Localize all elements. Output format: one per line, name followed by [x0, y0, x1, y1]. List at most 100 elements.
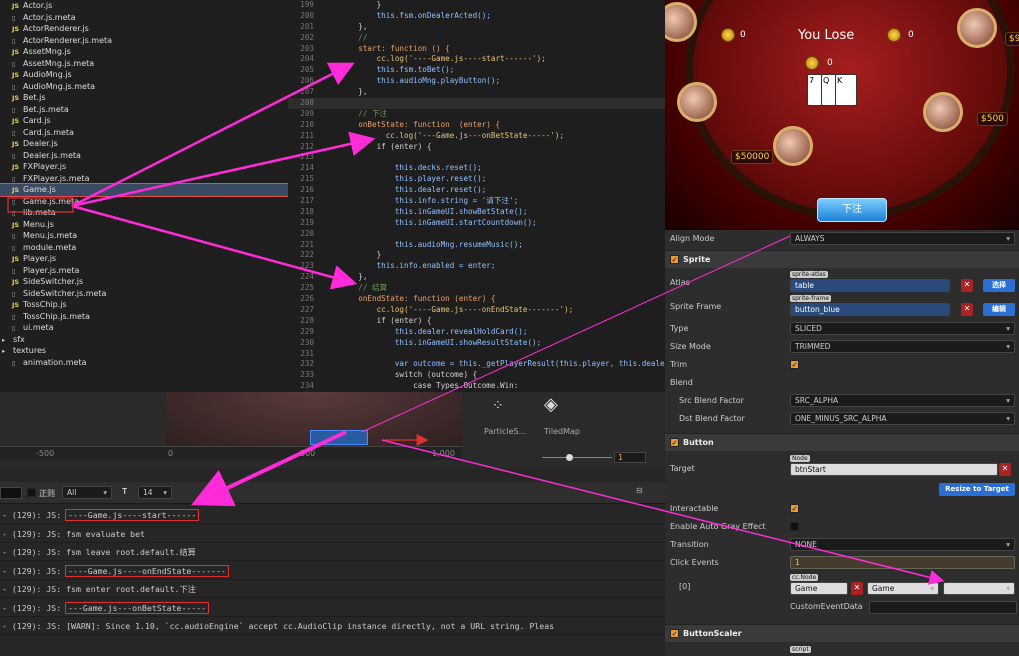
code-line[interactable]: 215 this.player.reset();	[288, 174, 665, 185]
checkbox[interactable]: ✓	[670, 438, 679, 447]
code-line[interactable]: 214 this.decks.reset();	[288, 163, 665, 174]
code-line[interactable]: 221 this.audioMng.resumeMusic();	[288, 240, 665, 251]
align-mode-select[interactable]: ALWAYS	[790, 232, 1015, 245]
file-tree-item[interactable]: ▯ lib.meta	[0, 207, 288, 219]
selected-node-box[interactable]	[310, 430, 368, 445]
event-component-select[interactable]: Game	[867, 582, 939, 595]
src-blend-select[interactable]: SRC_ALPHA	[790, 394, 1015, 407]
tiledmap-icon[interactable]: ◈	[544, 394, 558, 415]
code-line[interactable]: 213	[288, 152, 665, 163]
file-tree-item[interactable]: JS SideSwitcher.js	[0, 276, 288, 288]
clear-icon[interactable]: ✕	[961, 303, 973, 316]
code-line[interactable]: 224 },	[288, 272, 665, 283]
code-editor[interactable]: 199 } 200 this.fsm.onDealerActed(); 201 },…	[288, 0, 665, 392]
code-line[interactable]: 201 },	[288, 22, 665, 33]
zoom-input[interactable]: 1	[614, 452, 646, 463]
edit-button[interactable]: 编辑	[983, 303, 1015, 316]
code-line[interactable]: 230 this.inGameUI.showResultState();	[288, 338, 665, 349]
file-tree-item[interactable]: JS Bet.js	[0, 92, 288, 104]
resize-to-target-button[interactable]: Resize to Target	[939, 483, 1015, 496]
event-handler-select[interactable]	[943, 582, 1015, 595]
file-tree-item[interactable]: ▯ module.meta	[0, 242, 288, 254]
sprite-section-header[interactable]: ✓ Sprite	[665, 250, 1019, 268]
file-tree-item[interactable]: JS AudioMng.js	[0, 69, 288, 81]
code-line[interactable]: 223 this.info.enabled = enter;	[288, 261, 665, 272]
file-tree-item[interactable]: ▯ TossChip.js.meta	[0, 311, 288, 323]
code-line[interactable]: 199 }	[288, 0, 665, 11]
file-tree-item[interactable]: ▯ ui.meta	[0, 322, 288, 334]
code-line[interactable]: 219 this.inGameUI.startCountdown();	[288, 218, 665, 229]
code-line[interactable]: 225 // 结算	[288, 283, 665, 294]
player-avatar[interactable]	[923, 92, 963, 132]
file-tree-item[interactable]: ▯ Game.js.meta	[0, 196, 288, 208]
select-button[interactable]: 选择	[983, 279, 1015, 292]
code-line[interactable]: 212 if (enter) {	[288, 142, 665, 153]
atlas-field[interactable]: table	[790, 279, 950, 292]
console-line[interactable]: - (129): JS: fsm leave root.default.结算	[0, 543, 665, 561]
particle-icon[interactable]: ⁘	[492, 398, 504, 414]
trim-checkbox[interactable]: ✓	[790, 360, 799, 369]
bet-button[interactable]: 下注	[817, 198, 887, 222]
code-line[interactable]: 220	[288, 229, 665, 240]
file-tree-item[interactable]: ▯ SideSwitcher.js.meta	[0, 288, 288, 300]
file-tree-item[interactable]: JS Dealer.js	[0, 138, 288, 150]
code-line[interactable]: 209 // 下注	[288, 109, 665, 120]
clear-icon[interactable]: ✕	[999, 463, 1011, 476]
code-line[interactable]: 202 //	[288, 33, 665, 44]
font-size-select[interactable]: 14	[138, 486, 172, 499]
code-line[interactable]: 233 switch (outcome) {	[288, 370, 665, 381]
file-tree-item[interactable]: JS Actor.js	[0, 0, 288, 12]
click-events-count[interactable]: 1	[790, 556, 1015, 569]
clear-console-icon[interactable]: ⊟	[636, 486, 643, 495]
interactable-checkbox[interactable]: ✓	[790, 504, 799, 513]
file-tree-item[interactable]: ▯ animation.meta	[0, 357, 288, 369]
log-level-select[interactable]: All	[62, 486, 112, 499]
code-line[interactable]: 234 case Types.Outcome.Win:	[288, 381, 665, 392]
file-tree-item[interactable]: ▯ FXPlayer.js.meta	[0, 173, 288, 185]
file-tree-item[interactable]: JS TossChip.js	[0, 299, 288, 311]
file-tree-item[interactable]: JS AssetMng.js	[0, 46, 288, 58]
file-tree-item[interactable]: ▯ Bet.js.meta	[0, 104, 288, 116]
code-line[interactable]: 217 this.info.string = '请下注';	[288, 196, 665, 207]
auto-gray-checkbox[interactable]	[790, 522, 799, 531]
file-tree-item[interactable]: ▸ textures	[0, 345, 288, 357]
console-line[interactable]: - (129): JS: [WARN]: Since 1.10, `cc.aud…	[0, 617, 665, 635]
code-line[interactable]: 232 var outcome = this._getPlayerResult(…	[288, 359, 665, 370]
clear-icon[interactable]: ✕	[961, 279, 973, 292]
player-avatar[interactable]	[957, 8, 997, 48]
file-tree-item[interactable]: JS Player.js	[0, 253, 288, 265]
player-avatar[interactable]	[677, 82, 717, 122]
transition-select[interactable]: NONE	[790, 538, 1015, 551]
checkbox[interactable]: ✓	[670, 629, 679, 638]
file-tree-item[interactable]: JS Game.js	[0, 183, 289, 197]
file-tree-item[interactable]: ▯ Dealer.js.meta	[0, 150, 288, 162]
file-tree-item[interactable]: JS ActorRenderer.js	[0, 23, 288, 35]
code-line[interactable]: 218 this.inGameUI.showBetState();	[288, 207, 665, 218]
file-tree-item[interactable]: JS Card.js	[0, 115, 288, 127]
zoom-slider-thumb[interactable]	[566, 454, 573, 461]
clear-icon[interactable]: ✕	[851, 582, 863, 595]
regex-checkbox[interactable]	[27, 488, 36, 497]
code-line[interactable]: 216 this.dealer.reset();	[288, 185, 665, 196]
code-line[interactable]: 211 cc.log('---Game.js---onBetState-----…	[288, 131, 665, 142]
type-select[interactable]: SLICED	[790, 322, 1015, 335]
file-tree-item[interactable]: ▯ Actor.js.meta	[0, 12, 288, 24]
code-line[interactable]: 231	[288, 349, 665, 360]
file-tree-item[interactable]: ▯ Player.js.meta	[0, 265, 288, 277]
file-tree-item[interactable]: JS Menu.js	[0, 219, 288, 231]
zoom-slider[interactable]	[542, 457, 612, 458]
code-line[interactable]: 205 this.fsm.toBet();	[288, 65, 665, 76]
size-mode-select[interactable]: TRIMMED	[790, 340, 1015, 353]
buttonscaler-section-header[interactable]: ✓ ButtonScaler	[665, 624, 1019, 642]
code-line[interactable]: 204 cc.log('----Game.js----start------')…	[288, 54, 665, 65]
code-line[interactable]: 200 this.fsm.onDealerActed();	[288, 11, 665, 22]
console-line[interactable]: - (129): JS: ---Game.js---onBetState----…	[0, 599, 665, 617]
code-line[interactable]: 227 cc.log('----Game.js----onEndState---…	[288, 305, 665, 316]
file-tree-item[interactable]: ▯ Menu.js.meta	[0, 230, 288, 242]
code-line[interactable]: 203 start: function () {	[288, 44, 665, 55]
file-tree-item[interactable]: ▯ Card.js.meta	[0, 127, 288, 139]
sprite-frame-field[interactable]: button_blue	[790, 303, 950, 316]
console-line[interactable]: - (129): JS: fsm evaluate bet	[0, 525, 665, 543]
target-field[interactable]: btnStart	[790, 463, 998, 476]
button-section-header[interactable]: ✓ Button	[665, 433, 1019, 451]
